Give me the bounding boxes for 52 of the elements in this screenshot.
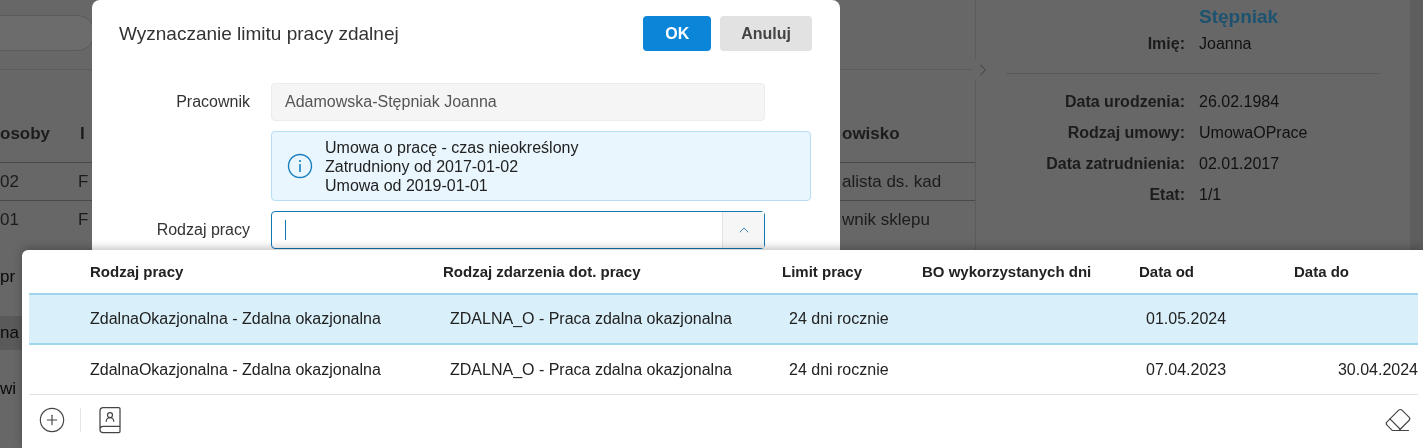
column-header: BO wykorzystanych dni bbox=[922, 263, 1093, 280]
ok-button[interactable]: OK bbox=[643, 16, 712, 51]
eraser-icon[interactable] bbox=[1384, 406, 1412, 434]
field-label: Rodzaj pracy bbox=[155, 221, 250, 239]
table-cell-text: ZdalnaOkazjonalna - Zdalna okazjonalna bbox=[90, 310, 382, 328]
field-value: 26.02.1984 bbox=[1199, 92, 1281, 111]
surname: Stępniak bbox=[1199, 6, 1280, 28]
table-cell-text: F bbox=[78, 171, 90, 192]
field-value: 1/1 bbox=[1199, 185, 1223, 204]
add-icon[interactable] bbox=[38, 406, 66, 434]
field-label: Data zatrudnienia: bbox=[1045, 154, 1185, 173]
employee-field[interactable]: Adamowska-Stępniak Joanna bbox=[271, 83, 765, 121]
dialog-title: Wyznaczanie limitu pracy zdalnej bbox=[119, 22, 400, 45]
table-cell-text: F bbox=[78, 209, 90, 230]
column-header: Rodzaj zdarzenia dot. pracy bbox=[443, 263, 642, 280]
column-header: I bbox=[79, 124, 86, 144]
cancel-button[interactable]: Anuluj bbox=[720, 16, 812, 51]
table-cell-text: alista ds. kad bbox=[842, 171, 943, 192]
option-row[interactable]: ZdalnaOkazjonalna - Zdalna okazjonalna ZDALNA_O - Praca zdalna okazjonalna 24 dni rocznie 01.05.2024 bbox=[29, 295, 1418, 345]
table-cell-text: ZDALNA_O - Praca zdalna okazjonalna bbox=[449, 310, 733, 328]
row-text: pr bbox=[0, 267, 16, 287]
table-cell-text: 01.05.2024 bbox=[1145, 310, 1228, 328]
table-cell-text: ZdalnaOkazjonalna - Zdalna okazjonalna bbox=[90, 360, 382, 379]
info-text: Umowa o pracę - czas nieokreślony Zatrudniony od 2017-01-02 Umowa od 2019-01-01 bbox=[325, 137, 579, 195]
column-header: owisko bbox=[842, 124, 901, 144]
column-header: Data od bbox=[1139, 263, 1195, 280]
table-cell-text: 24 dni rocznie bbox=[788, 310, 890, 328]
column-header: Limit pracy bbox=[782, 263, 864, 280]
column-header: osoby bbox=[0, 124, 52, 144]
table-cell-text: wnik sklepu bbox=[842, 209, 931, 230]
table-cell-text: 07.04.2023 bbox=[1145, 360, 1228, 379]
search-field[interactable] bbox=[0, 15, 95, 51]
column-header: Data do bbox=[1294, 263, 1350, 280]
row-text: wi bbox=[0, 379, 17, 399]
text-cursor bbox=[285, 220, 286, 240]
field-label: Pracownik bbox=[175, 93, 250, 111]
field-label: Rodzaj umowy: bbox=[1066, 123, 1185, 142]
info-icon bbox=[287, 153, 313, 179]
column-header: Rodzaj pracy bbox=[90, 263, 185, 280]
table-cell-text: 24 dni rocznie bbox=[788, 360, 890, 379]
table-cell-text: 02 bbox=[0, 171, 20, 192]
field-value: 02.01.2017 bbox=[1199, 154, 1281, 173]
row-text: na bbox=[0, 323, 19, 343]
field-label: Imię: bbox=[1146, 34, 1185, 53]
table-cell-text: ZDALNA_O - Praca zdalna okazjonalna bbox=[449, 360, 733, 379]
work-type-combobox[interactable] bbox=[271, 211, 765, 249]
field-label: Etat: bbox=[1148, 185, 1185, 204]
field-value: Joanna bbox=[1199, 34, 1253, 53]
table-cell-text: 01 bbox=[0, 209, 20, 230]
field-value: UmowaOPrace bbox=[1199, 123, 1309, 142]
field-label: Data urodzenia: bbox=[1064, 92, 1185, 111]
table-cell-text: 30.04.2024 bbox=[1336, 360, 1418, 379]
